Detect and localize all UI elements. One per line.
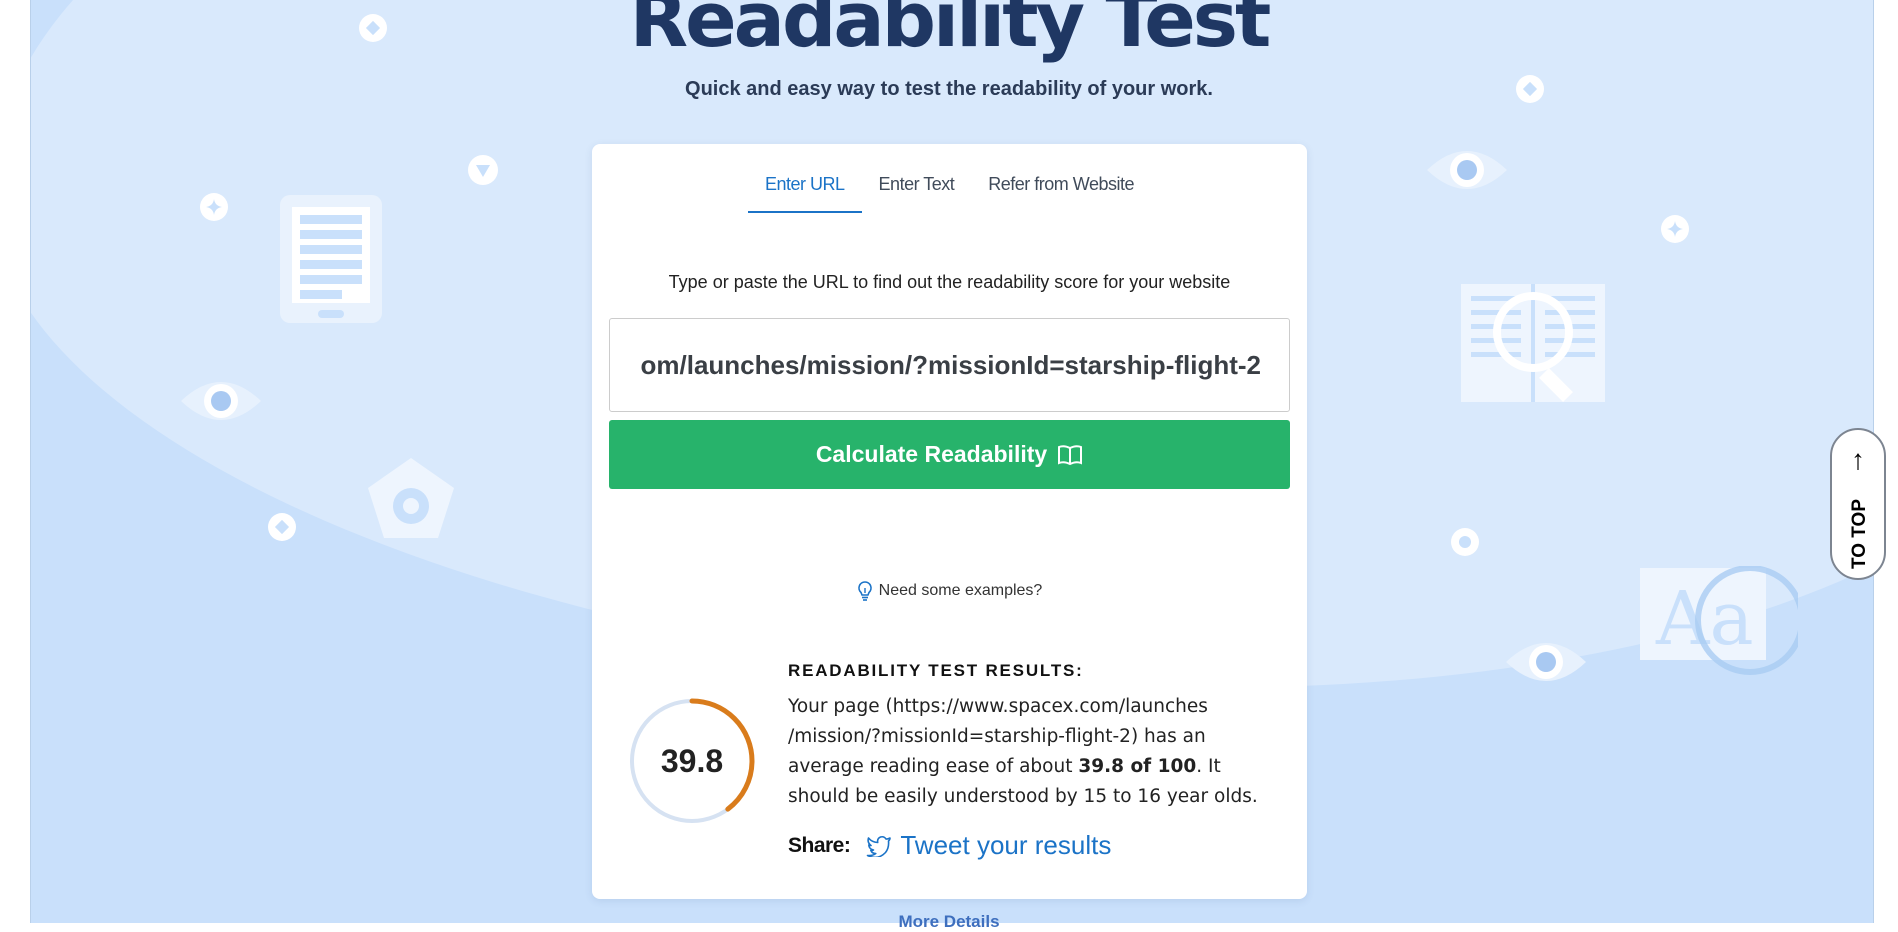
score-value: 39.8	[660, 742, 724, 779]
examples-link[interactable]: Need some examples?	[592, 580, 1307, 602]
url-input[interactable]: om/launches/mission/?missionId=starship-…	[609, 318, 1290, 412]
tablet-document-icon	[280, 195, 382, 323]
to-top-button[interactable]: ↑ TO TOP	[1830, 428, 1886, 580]
page-title: Readability Test	[629, 0, 1272, 64]
tab-enter-url[interactable]: Enter URL	[748, 166, 862, 213]
diamond-icon	[268, 513, 296, 541]
url-instruction: Type or paste the URL to find out the re…	[668, 272, 1231, 292]
arrow-up-icon: ↑	[1851, 444, 1865, 475]
circle-icon	[1451, 528, 1479, 556]
tab-enter-text[interactable]: Enter Text	[862, 166, 972, 213]
pentagon-badge-icon	[368, 458, 454, 538]
examples-label: Need some examples?	[878, 582, 1043, 599]
eye-icon	[181, 382, 261, 420]
book-search-icon	[1461, 284, 1605, 402]
open-book-icon	[1058, 444, 1083, 465]
page-subtitle: Quick and easy way to test the readabili…	[685, 78, 1213, 100]
plus-icon	[200, 193, 228, 221]
twitter-bird-icon	[867, 835, 892, 857]
tweet-label: Tweet your results	[900, 830, 1112, 860]
share-label: Share:	[788, 833, 851, 857]
input-tabs: Enter URL Enter Text Refer from Website	[592, 166, 1307, 213]
calculate-button-label: Calculate Readability	[815, 441, 1048, 467]
to-top-label: TO TOP	[1849, 498, 1870, 570]
results-heading: READABILITY TEST RESULTS:	[788, 661, 1084, 680]
tab-refer-from-website[interactable]: Refer from Website	[971, 166, 1151, 213]
share-row: Share: Tweet your results	[788, 830, 1111, 861]
plus-icon	[1661, 215, 1689, 243]
lightbulb-icon	[857, 581, 872, 601]
results-summary: Your page (https://www.spacex.com/launch…	[788, 692, 1278, 812]
font-aa-icon: Aa	[1640, 566, 1798, 675]
url-input-value: om/launches/mission/?missionId=starship-…	[640, 349, 1262, 380]
results-score-bold: 39.8 of 100	[1078, 756, 1197, 777]
more-details-link[interactable]: More Details	[0, 912, 1898, 932]
eye-icon	[1427, 151, 1507, 189]
calculate-readability-button[interactable]: Calculate Readability	[609, 420, 1290, 489]
readability-card: Enter URL Enter Text Refer from Website …	[592, 144, 1307, 899]
eye-icon	[1506, 643, 1586, 681]
triangle-icon	[468, 155, 498, 185]
tweet-results-link[interactable]: Tweet your results	[866, 830, 1111, 861]
